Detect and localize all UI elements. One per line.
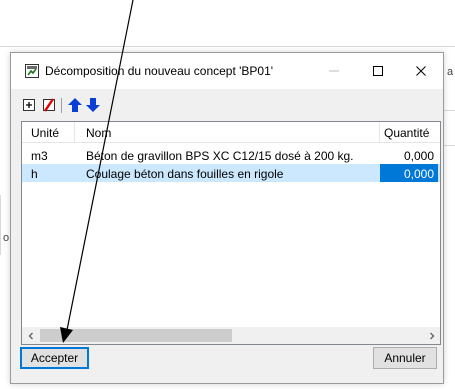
annotation-arrow bbox=[60, 0, 134, 343]
